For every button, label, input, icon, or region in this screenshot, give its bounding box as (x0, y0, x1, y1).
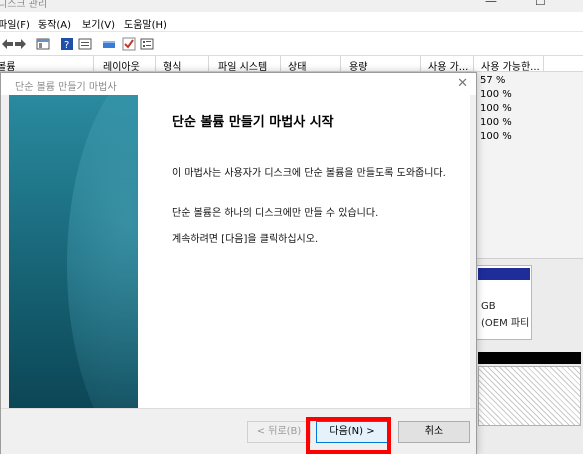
new-simple-volume-wizard: 단순 볼륨 만들기 마법사 ✕ 단순 볼륨 만들기 마법사 시작 이 마법사는 … (0, 72, 477, 454)
dialog-titlebar: 단순 볼륨 만들기 마법사 ✕ (1, 73, 476, 95)
percent-free-value: 100 % (480, 103, 512, 114)
disk-icon[interactable] (102, 37, 116, 51)
forward-arrow-icon[interactable] (14, 37, 28, 51)
console-tree-icon[interactable] (36, 37, 50, 51)
dialog-footer: < 뒤로(B) 다음(N) > 취소 (1, 408, 476, 454)
dialog-title: 단순 볼륨 만들기 마법사 (15, 82, 117, 93)
check-icon[interactable] (122, 37, 136, 51)
list-view-icon[interactable] (140, 37, 154, 51)
window-title: 디스크 관리 (0, 0, 48, 10)
unallocated-space[interactable] (478, 366, 581, 426)
wizard-heading: 단순 볼륨 만들기 마법사 시작 (172, 115, 334, 130)
wizard-banner-image (9, 95, 138, 408)
menu-bar: 파일(F) 동작(A) 보기(V) 도움말(H) (0, 12, 583, 32)
col-percent-free[interactable]: 사용 가능한... (481, 58, 540, 73)
wizard-note: 단순 볼륨은 하나의 디스크에만 만들 수 있습니다. (172, 208, 379, 219)
percent-free-value: 100 % (480, 131, 512, 142)
menu-file[interactable]: 파일(F) (0, 16, 30, 31)
wizard-body: 단순 볼륨 만들기 마법사 시작 이 마법사는 사용자가 디스크에 단순 볼륨을… (9, 95, 470, 408)
col-type[interactable]: 형식 (163, 58, 181, 73)
toolbar: ? (0, 32, 583, 56)
close-icon[interactable]: ✕ (457, 76, 468, 91)
col-volume[interactable]: 볼륨 (0, 58, 15, 73)
back-button[interactable]: < 뒤로(B) (247, 421, 311, 443)
help-icon[interactable]: ? (60, 37, 74, 51)
back-arrow-icon[interactable] (0, 37, 14, 51)
menu-action[interactable]: 동작(A) (38, 16, 71, 31)
menu-view[interactable]: 보기(V) (82, 16, 115, 31)
percent-free-value: 57 % (480, 75, 506, 86)
svg-text:?: ? (64, 40, 69, 51)
unallocated-bar (478, 352, 581, 364)
col-free-space[interactable]: 사용 가... (428, 58, 468, 73)
next-button[interactable]: 다음(N) > (316, 421, 388, 443)
partition-size: GB (481, 301, 496, 312)
col-status[interactable]: 상태 (288, 58, 306, 73)
wizard-description: 이 마법사는 사용자가 디스크에 단순 볼륨을 만들도록 도와줍니다. (172, 168, 446, 179)
wizard-instruction: 계속하려면 [다음]을 클릭하십시오. (172, 234, 319, 245)
col-filesystem[interactable]: 파일 시스템 (218, 58, 267, 73)
minimize-icon[interactable]: — (485, 0, 497, 8)
percent-free-value: 100 % (480, 89, 512, 100)
cancel-button[interactable]: 취소 (398, 421, 470, 443)
percent-free-value: 100 % (480, 117, 512, 128)
properties-icon[interactable] (78, 37, 92, 51)
maximize-icon[interactable]: ☐ (535, 0, 546, 8)
menu-help[interactable]: 도움말(H) (124, 16, 167, 31)
partition-bar (478, 268, 530, 280)
partition-type: (OEM 파티 (481, 318, 530, 329)
window-titlebar: 디스크 관리 — ☐ (0, 0, 583, 12)
col-capacity[interactable]: 용량 (349, 58, 367, 73)
volume-list-header: 볼륨 레이아웃 형식 파일 시스템 상태 용량 사용 가... 사용 가능한..… (0, 56, 583, 73)
col-layout[interactable]: 레이아웃 (103, 58, 140, 73)
